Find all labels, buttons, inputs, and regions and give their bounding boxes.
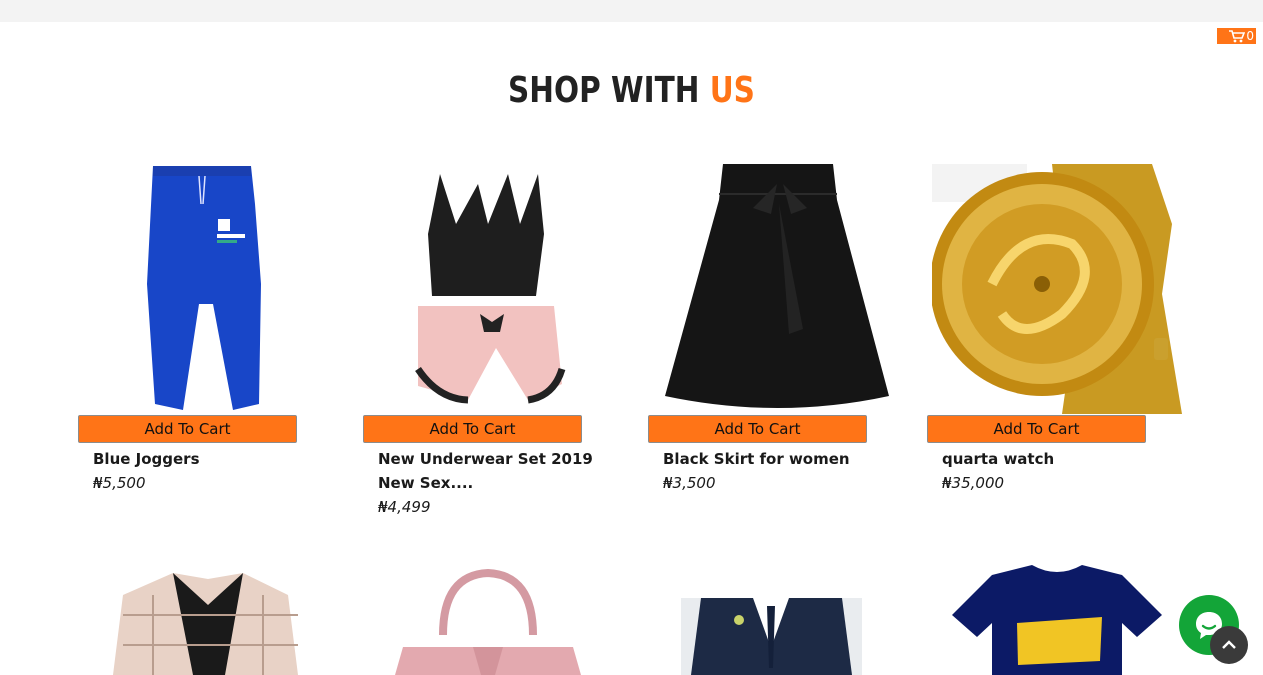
product-title-text[interactable]: Blue Joggers [93, 447, 333, 471]
product-image-blazer[interactable] [83, 565, 333, 675]
page-title-accent: US [709, 70, 755, 111]
page-title: SHOP WITH US [114, 70, 1150, 111]
add-to-cart-button[interactable]: Add To Cart [927, 415, 1146, 443]
product-price: ₦4,499 [378, 498, 431, 516]
product-title-text[interactable]: quarta watch [942, 447, 1182, 471]
add-to-cart-button[interactable]: Add To Cart [363, 415, 582, 443]
cart-button[interactable]: 0 [1217, 28, 1256, 44]
chevron-up-icon [1222, 640, 1236, 649]
top-bar [0, 0, 1263, 22]
product-image[interactable] [368, 164, 618, 414]
scroll-to-top-button[interactable] [1210, 626, 1248, 664]
product-image[interactable] [83, 164, 333, 414]
product-image[interactable] [653, 164, 903, 414]
page-title-main: SHOP WITH [508, 70, 710, 111]
product-title[interactable]: Blue Joggers ₦5,500 [93, 447, 333, 495]
product-title[interactable]: Black Skirt for women ₦3,500 [663, 447, 903, 495]
product-image[interactable] [932, 164, 1182, 414]
product-price: ₦35,000 [942, 474, 1005, 492]
product-image-suit[interactable] [681, 598, 862, 675]
product-price: ₦5,500 [93, 474, 146, 492]
product-title[interactable]: quarta watch ₦35,000 [942, 447, 1182, 495]
product-title-text[interactable]: Black Skirt for women [663, 447, 903, 471]
product-title[interactable]: New Underwear Set 2019 New Sex.... ₦4,49… [378, 447, 618, 519]
product-image-tshirt[interactable] [932, 565, 1182, 675]
product-price: ₦3,500 [663, 474, 716, 492]
product-image-handbag[interactable] [363, 565, 613, 675]
cart-icon [1229, 29, 1246, 42]
add-to-cart-button[interactable]: Add To Cart [648, 415, 867, 443]
cart-count: 0 [1246, 29, 1254, 43]
add-to-cart-button[interactable]: Add To Cart [78, 415, 297, 443]
product-title-text[interactable]: New Underwear Set 2019 New Sex.... [378, 447, 618, 495]
